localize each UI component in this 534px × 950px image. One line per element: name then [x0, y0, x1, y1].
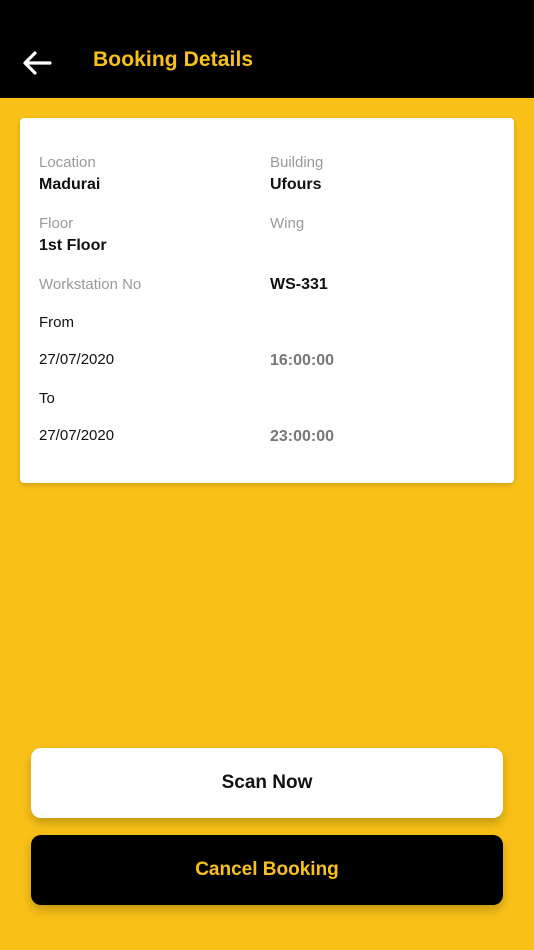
from-time: 16:00:00 [270, 352, 335, 369]
wing-label: Wing [270, 215, 305, 232]
location-label: Location [39, 154, 96, 171]
booking-details-card: Location Madurai Building Ufours Floor 1… [20, 118, 514, 483]
scan-now-button[interactable]: Scan Now [31, 748, 503, 818]
to-date: 27/07/2020 [39, 427, 115, 444]
to-time: 23:00:00 [270, 428, 335, 445]
building-value: Ufours [270, 176, 322, 193]
from-date: 27/07/2020 [39, 351, 115, 368]
cancel-booking-button[interactable]: Cancel Booking [31, 835, 503, 905]
to-label: To [39, 390, 55, 407]
building-label: Building [270, 154, 324, 171]
floor-label: Floor [39, 215, 74, 232]
workstation-value: WS-331 [270, 276, 328, 293]
back-button[interactable] [18, 44, 56, 82]
workstation-label: Workstation No [39, 276, 142, 293]
page-title: Booking Details [93, 48, 254, 71]
arrow-left-icon [23, 51, 52, 75]
app-bar: Booking Details [0, 0, 534, 98]
floor-value: 1st Floor [39, 237, 107, 254]
location-value: Madurai [39, 176, 101, 193]
from-label: From [39, 314, 74, 331]
